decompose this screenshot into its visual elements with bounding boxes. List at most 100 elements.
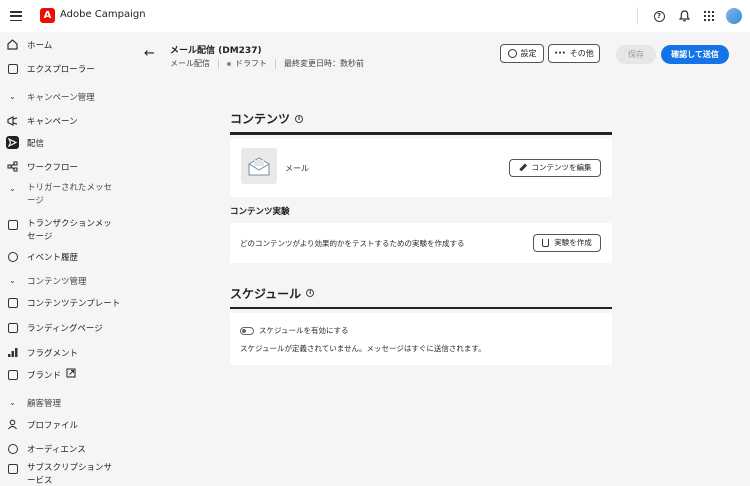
more-button-label: その他 <box>569 49 594 58</box>
external-link-icon[interactable] <box>66 368 76 381</box>
sidebar-item-landing-pages[interactable]: ランディングページ <box>6 321 124 334</box>
sidebar-item-label: ワークフロー <box>27 162 79 173</box>
status-dot-icon <box>227 61 231 66</box>
sidebar-section-label: キャンペーン管理 <box>27 92 95 103</box>
edit-content-button-label: コンテンツを編集 <box>531 163 592 172</box>
schedule-toggle[interactable] <box>240 326 254 335</box>
sidebar-item-label: ホーム <box>27 40 53 51</box>
sidebar-item-campaign[interactable]: キャンペーン <box>6 114 124 127</box>
more-icon: ··· <box>554 48 566 59</box>
divider <box>218 58 219 69</box>
schedule-card: スケジュールを有効にする スケジュールが定義されていません。メッセージはすぐに送… <box>230 313 612 365</box>
template-icon <box>6 296 19 309</box>
info-icon[interactable]: i <box>295 114 304 123</box>
email-content-card: メール コンテンツを編集 <box>230 138 612 197</box>
experiment-card: どのコンテンツがより効果的かをテストするための実験を作成する 実験を作成 <box>230 222 612 263</box>
save-button[interactable]: 保存 <box>616 45 656 64</box>
chevron-down-icon: ⌄ <box>9 92 16 101</box>
experiment-section-title: コンテンツ実験 <box>230 206 290 217</box>
experiment-description: どのコンテンツがより効果的かをテストするための実験を作成する <box>240 238 465 248</box>
sidebar-item-label: オーディエンス <box>27 444 86 455</box>
settings-button[interactable]: 設定 <box>500 44 544 63</box>
schedule-title: スケジュール <box>230 286 302 301</box>
section-rule <box>230 306 612 309</box>
sidebar-item-label: プロファイル <box>27 420 79 431</box>
create-experiment-button[interactable]: 実験を作成 <box>533 233 601 252</box>
sidebar-item-workflow[interactable]: ワークフロー <box>6 160 124 173</box>
sidebar-item-brands[interactable]: ブランド <box>6 368 124 381</box>
page-header: ← メール配信 (DM237) メール配信 ドラフト 最終変更日時：数秒前 設定… <box>130 32 750 78</box>
help-icon[interactable]: ? <box>647 6 671 26</box>
send-icon <box>6 136 19 149</box>
sidebar-item-label: ブランド <box>27 370 62 381</box>
email-icon <box>241 147 277 184</box>
sidebar-section-label: 顧客管理 <box>27 398 62 409</box>
sidebar-item-label: トランザクションメッセージ <box>27 219 112 242</box>
sidebar-item-delivery[interactable]: 配信 <box>6 136 124 149</box>
schedule-toggle-label: スケジュールを有効にする <box>259 326 349 335</box>
sidebar-item-fragments[interactable]: フラグメント <box>6 346 124 359</box>
status-badge: ドラフト <box>235 59 267 68</box>
email-label: メール <box>285 163 309 173</box>
content-section-title: コンテンツ i <box>230 110 612 127</box>
home-icon <box>6 38 19 51</box>
divider <box>275 58 276 69</box>
sidebar-section-content-management[interactable]: ⌄ コンテンツ管理 <box>6 274 124 287</box>
event-history-icon <box>6 250 19 263</box>
app-name[interactable]: Adobe Campaign <box>60 9 146 20</box>
content-title: コンテンツ <box>230 112 291 126</box>
sidebar-item-label: コンテンツテンプレート <box>27 298 121 309</box>
create-experiment-button-label: 実験を作成 <box>554 238 592 247</box>
sidebar-section-triggered-messages[interactable]: ⌄ トリガーされたメッセージ <box>6 182 124 208</box>
info-icon[interactable]: i <box>306 289 315 297</box>
sidebar-section-customer-management[interactable]: ⌄ 顧客管理 <box>6 396 124 409</box>
sidebar-item-event-history[interactable]: イベント履歴 <box>6 250 124 263</box>
profile-icon <box>6 418 19 431</box>
subscription-icon <box>6 462 19 475</box>
sidebar-item-audiences[interactable]: オーディエンス <box>6 442 124 455</box>
divider <box>637 7 638 25</box>
confirm-and-send-button[interactable]: 確認して送信 <box>661 45 729 64</box>
page-meta: メール配信 ドラフト 最終変更日時：数秒前 <box>170 58 364 69</box>
bell-icon[interactable] <box>672 6 696 26</box>
edit-content-button[interactable]: コンテンツを編集 <box>509 158 601 177</box>
top-bar: A Adobe Campaign ? <box>0 0 750 32</box>
back-arrow-icon[interactable]: ← <box>144 46 155 61</box>
sidebar-item-label: サブスクリプションサービス <box>27 463 113 486</box>
sidebar-item-subscription-services[interactable]: サブスクリプションサービス <box>6 462 124 486</box>
adobe-logo[interactable]: A <box>40 8 55 23</box>
brand-icon <box>6 368 19 381</box>
megaphone-icon <box>6 114 19 127</box>
sidebar-section-label: コンテンツ管理 <box>27 276 87 287</box>
channel-label: メール配信 <box>170 59 210 68</box>
chevron-down-icon: ⌄ <box>9 398 16 407</box>
chevron-down-icon: ⌄ <box>9 184 16 193</box>
schedule-toggle-row[interactable]: スケジュールを有効にする <box>240 325 349 336</box>
sidebar-item-profiles[interactable]: プロファイル <box>6 418 124 431</box>
sidebar-item-label: キャンペーン <box>27 116 78 127</box>
main-content: コンテンツ i メール コンテンツを編集 コンテンツ実験 どのコンテンツがより効… <box>230 110 612 365</box>
sidebar-section-label: トリガーされたメッセージ <box>27 183 113 206</box>
sidebar-item-explorer[interactable]: エクスプローラー <box>6 62 124 75</box>
sidebar-item-home[interactable]: ホーム <box>6 38 124 51</box>
sidebar-item-label: フラグメント <box>27 348 79 359</box>
app-switcher-icon[interactable] <box>697 6 721 26</box>
last-modified: 最終変更日時：数秒前 <box>284 59 364 68</box>
schedule-section-title: スケジュール i <box>230 285 612 302</box>
sidebar-item-content-templates[interactable]: コンテンツテンプレート <box>6 296 124 309</box>
sidebar-item-label: エクスプローラー <box>27 64 95 75</box>
sidebar-item-label: ランディングページ <box>27 323 103 334</box>
settings-button-label: 設定 <box>520 49 537 58</box>
sidebar: ホーム エクスプローラー ⌄ キャンペーン管理 キャンペーン 配信 ワークフロー… <box>0 32 130 486</box>
explorer-icon <box>6 62 19 75</box>
gear-icon <box>507 49 517 58</box>
more-button[interactable]: ··· その他 <box>548 44 600 63</box>
audience-icon <box>6 442 19 455</box>
sidebar-section-campaign-management[interactable]: ⌄ キャンペーン管理 <box>6 90 124 103</box>
transaction-icon <box>6 218 19 231</box>
chevron-down-icon: ⌄ <box>9 276 16 285</box>
pencil-icon <box>518 163 527 172</box>
menu-icon[interactable] <box>10 10 22 22</box>
avatar[interactable] <box>722 6 746 26</box>
sidebar-item-transactional-messages[interactable]: トランザクションメッセージ <box>6 218 124 244</box>
